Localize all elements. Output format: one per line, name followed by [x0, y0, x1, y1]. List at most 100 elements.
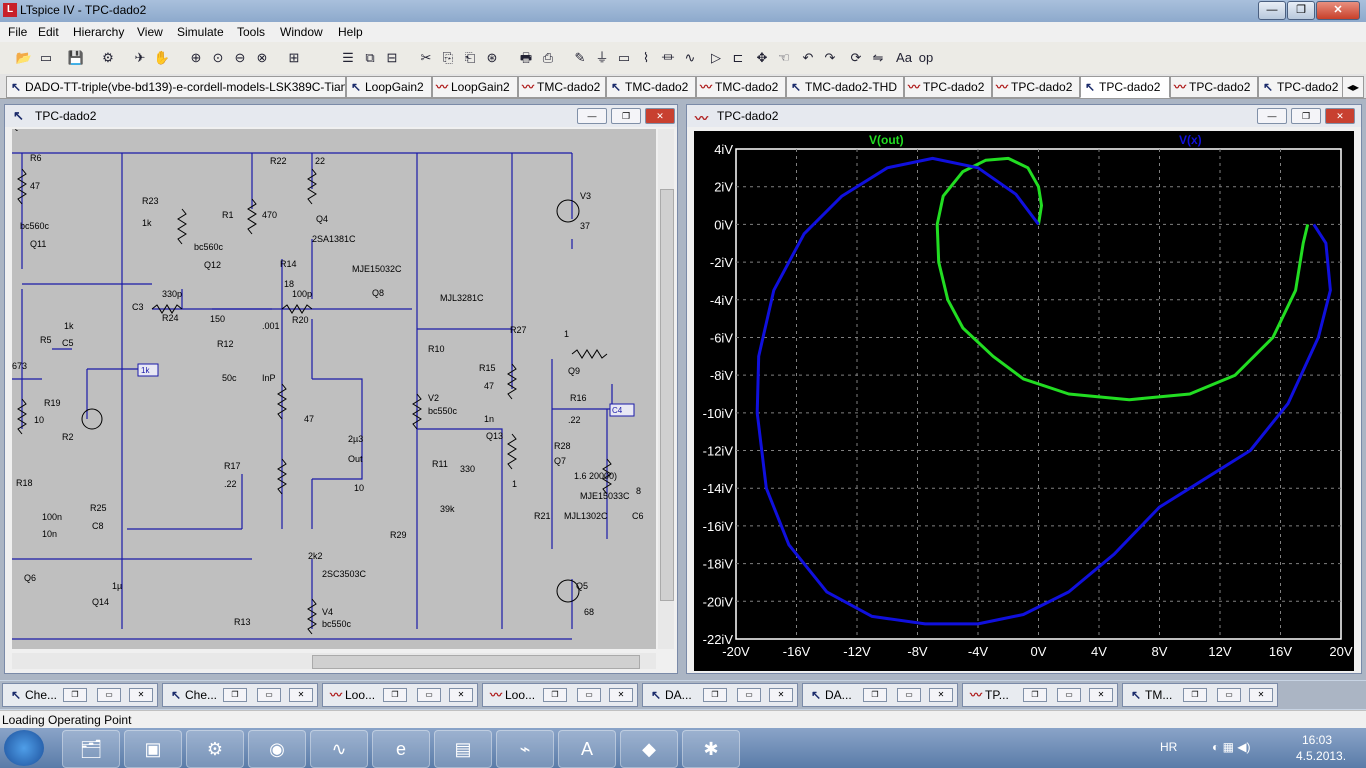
close-button[interactable]: ✕	[609, 688, 633, 702]
plot-restore-button[interactable]: ❐	[1291, 108, 1321, 124]
word-icon[interactable]: A	[558, 730, 616, 768]
open-icon[interactable]: 📂	[14, 48, 34, 68]
tab-waveform[interactable]: 〰 TPC-dado2	[1170, 76, 1258, 98]
print-preview-icon[interactable]: 🖶	[516, 48, 536, 68]
explorer-icon[interactable]: 🗂	[62, 730, 120, 768]
zoom-fit-icon[interactable]: ⊙	[208, 48, 228, 68]
zoom-cancel-icon[interactable]: ⊗	[252, 48, 272, 68]
tile-vertical-icon[interactable]: ⊟	[382, 48, 402, 68]
tray-icons[interactable]: ◐ ▦ ◀)	[1212, 740, 1250, 754]
maximize-button[interactable]: ▭	[257, 688, 281, 702]
close-button[interactable]: ✕	[449, 688, 473, 702]
tab-schematic[interactable]: ↖ DADO-TT-triple(vbe-bd139)-e-cordell-mod…	[6, 76, 346, 98]
minimized-window[interactable]: 〰 TP... ❐ ▭ ✕	[962, 683, 1118, 707]
menu-file[interactable]: File	[8, 25, 27, 39]
zoom-in-icon[interactable]: ⊕	[186, 48, 206, 68]
capacitor-icon[interactable]: ⏛	[658, 48, 678, 68]
minimized-window[interactable]: 〰 Loo... ❐ ▭ ✕	[322, 683, 478, 707]
component-icon[interactable]: ⊏	[728, 48, 748, 68]
spice-directive-icon[interactable]: op	[916, 48, 936, 68]
app-icon[interactable]: ◆	[620, 730, 678, 768]
schematic-canvas[interactable]: R6 47 bc560c Q11 R23 1k R22 22 R1 470 Q4 2SA1381C bc…	[12, 129, 656, 649]
halt-icon[interactable]: ✋	[152, 48, 172, 68]
restore-button[interactable]: ❐	[63, 688, 87, 702]
find-icon[interactable]: ⊛	[482, 48, 502, 68]
minimized-window[interactable]: ↖ Che... ❐ ▭ ✕	[2, 683, 158, 707]
clock-time[interactable]: 16:03	[1302, 733, 1332, 747]
close-button[interactable]: ✕	[129, 688, 153, 702]
close-button[interactable]: ✕	[1089, 688, 1113, 702]
maximize-button[interactable]: ❐	[1287, 1, 1315, 20]
tab-schematic[interactable]: ↖ TMC-dado2-THD	[786, 76, 904, 98]
maximize-button[interactable]: ▭	[737, 688, 761, 702]
tab-schematic[interactable]: ↖ TPC-dado2	[1080, 76, 1170, 98]
start-button[interactable]	[4, 730, 44, 766]
tab-waveform[interactable]: 〰 TPC-dado2	[992, 76, 1080, 98]
restore-button[interactable]: ❐	[383, 688, 407, 702]
maximize-button[interactable]: ▭	[577, 688, 601, 702]
schematic-vscroll[interactable]	[658, 129, 674, 649]
menu-help[interactable]: Help	[338, 25, 363, 39]
menu-view[interactable]: View	[137, 25, 163, 39]
plot-canvas[interactable]: -20V -16V -12V -8V -4V 0V 4V 8V 12V 16V 20V4iV2iV0…	[694, 131, 1354, 671]
redo-icon[interactable]: ↷	[820, 48, 840, 68]
tab-waveform[interactable]: 〰 LoopGain2	[432, 76, 518, 98]
paint-icon[interactable]: ✱	[682, 730, 740, 768]
restore-button[interactable]: ❐	[223, 688, 247, 702]
close-button[interactable]: ✕	[1249, 688, 1273, 702]
text-icon[interactable]: Aa	[894, 48, 914, 68]
maximize-button[interactable]: ▭	[417, 688, 441, 702]
scope-icon[interactable]: ∿	[310, 730, 368, 768]
new-schematic-icon[interactable]: ▭	[36, 48, 56, 68]
minimize-button[interactable]: —	[1258, 1, 1286, 20]
schematic-close-button[interactable]: ✕	[645, 108, 675, 124]
menu-edit[interactable]: Edit	[38, 25, 59, 39]
diode-icon[interactable]: ▷	[706, 48, 726, 68]
paste-icon[interactable]: ⎗	[460, 48, 480, 68]
maximize-button[interactable]: ▭	[97, 688, 121, 702]
tab-schematic[interactable]: ↖ TMC-dado2	[606, 76, 696, 98]
label-icon[interactable]: ▭	[614, 48, 634, 68]
menu-simulate[interactable]: Simulate	[177, 25, 224, 39]
ltspice-probe-icon[interactable]: ⚙	[186, 730, 244, 768]
restore-button[interactable]: ❐	[543, 688, 567, 702]
close-button[interactable]: ✕	[769, 688, 793, 702]
mirror-icon[interactable]: ⇋	[868, 48, 888, 68]
run-icon[interactable]: ✈	[130, 48, 150, 68]
plot-minimize-button[interactable]: —	[1257, 108, 1287, 124]
move-icon[interactable]: ✥	[752, 48, 772, 68]
ie-icon[interactable]: e	[372, 730, 430, 768]
undo-icon[interactable]: ↶	[798, 48, 818, 68]
close-button[interactable]: ✕	[1316, 1, 1360, 20]
media-icon[interactable]: ▣	[124, 730, 182, 768]
plot-settings-icon[interactable]: ⊞	[284, 48, 304, 68]
menu-tools[interactable]: Tools	[237, 25, 265, 39]
menu-hierarchy[interactable]: Hierarchy	[73, 25, 124, 39]
ltspice-icon[interactable]: ⌁	[496, 730, 554, 768]
restore-button[interactable]: ❐	[863, 688, 887, 702]
minimized-window[interactable]: ↖ DA... ❐ ▭ ✕	[642, 683, 798, 707]
schematic-minimize-button[interactable]: —	[577, 108, 607, 124]
tab-waveform[interactable]: 〰 TMC-dado2	[696, 76, 786, 98]
minimized-window[interactable]: ↖ Che... ❐ ▭ ✕	[162, 683, 318, 707]
close-button[interactable]: ✕	[929, 688, 953, 702]
tab-waveform[interactable]: 〰 TMC-dado2	[518, 76, 606, 98]
print-icon[interactable]: ⎙	[538, 48, 558, 68]
rotate-icon[interactable]: ⟳	[846, 48, 866, 68]
restore-button[interactable]: ❐	[703, 688, 727, 702]
drag-icon[interactable]: ☜	[774, 48, 794, 68]
zoom-out-icon[interactable]: ⊖	[230, 48, 250, 68]
wire-icon[interactable]: ✎	[570, 48, 590, 68]
folder-icon[interactable]: ▤	[434, 730, 492, 768]
cut-icon[interactable]: ✂	[416, 48, 436, 68]
copy-icon[interactable]: ⎘	[438, 48, 458, 68]
plot-close-button[interactable]: ✕	[1325, 108, 1355, 124]
tile-horizontal-icon[interactable]: ☰	[338, 48, 358, 68]
ground-icon[interactable]: ⏚	[592, 48, 612, 68]
schematic-restore-button[interactable]: ❐	[611, 108, 641, 124]
close-button[interactable]: ✕	[289, 688, 313, 702]
maximize-button[interactable]: ▭	[1057, 688, 1081, 702]
resistor-icon[interactable]: ⌇	[636, 48, 656, 68]
maximize-button[interactable]: ▭	[1217, 688, 1241, 702]
browser-icon[interactable]: ◉	[248, 730, 306, 768]
